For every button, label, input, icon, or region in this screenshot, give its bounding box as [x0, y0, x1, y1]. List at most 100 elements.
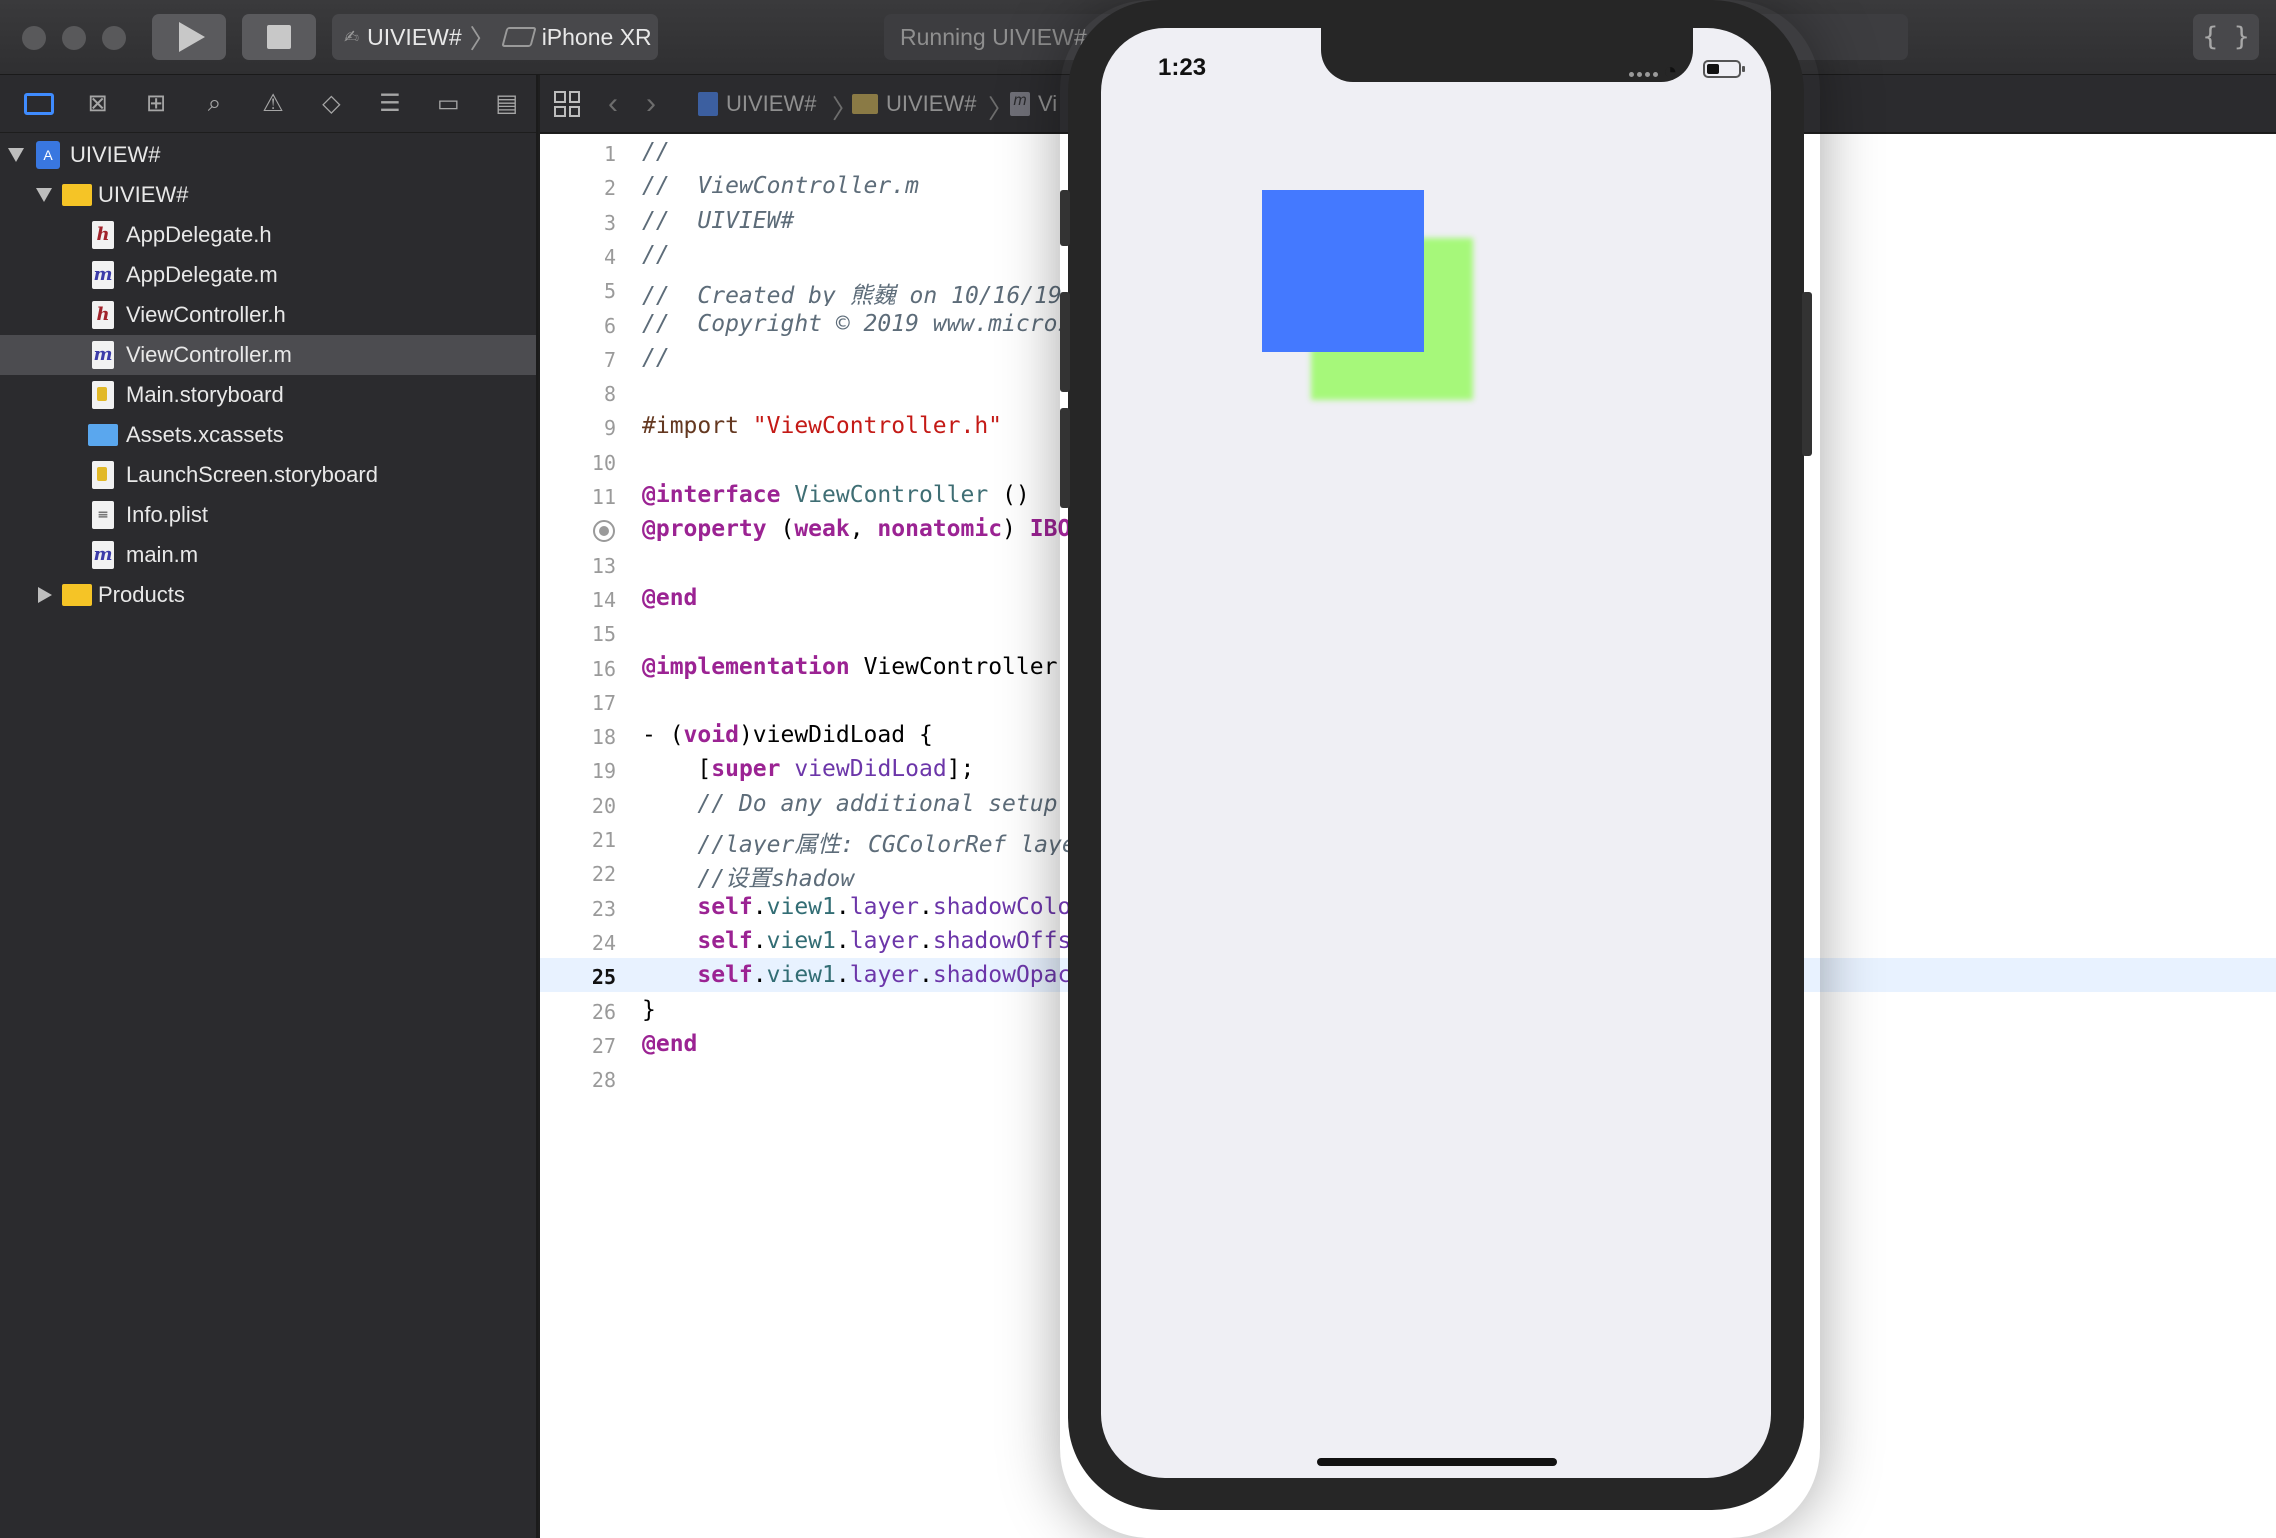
- code-token: .: [919, 893, 933, 920]
- zoom-window-button[interactable]: [102, 26, 126, 50]
- back-chevron-icon[interactable]: ‹: [608, 87, 618, 121]
- breakpoint-navigator-tab[interactable]: ▭: [419, 84, 477, 124]
- report-navigator-tab[interactable]: ▤: [478, 84, 536, 124]
- scheme-app-icon: ✍: [344, 26, 360, 47]
- code-token: }: [642, 996, 656, 1023]
- code-token: ): [1002, 516, 1030, 543]
- diamond-icon: ◇: [322, 90, 341, 117]
- scheme-separator-icon: 〉: [469, 23, 496, 54]
- tree-row-label: AppDelegate.m: [126, 262, 278, 287]
- find-navigator-tab[interactable]: ⌕: [185, 84, 243, 124]
- code-token: view1: [766, 927, 836, 954]
- tree-row-products[interactable]: Products: [0, 575, 536, 615]
- code-token: - (: [642, 722, 684, 749]
- view1: [1262, 190, 1424, 352]
- source-control-icon: ⊠: [87, 90, 108, 117]
- code-text: @end: [642, 585, 697, 611]
- project-navigator-tab[interactable]: [10, 84, 68, 124]
- tree-row-file-selected[interactable]: m ViewController.m: [0, 335, 536, 375]
- code-token: #import: [642, 413, 753, 440]
- implementation-file-icon: m: [1010, 92, 1030, 116]
- code-token: //: [642, 139, 670, 165]
- code-token: .: [835, 927, 850, 954]
- code-token: (): [988, 482, 1030, 508]
- tree-row-file[interactable]: h AppDelegate.h: [0, 215, 536, 255]
- implementation-file-icon: m: [92, 541, 114, 569]
- status-bar-time: 1:23: [1158, 54, 1207, 81]
- symbol-navigator-tab[interactable]: ⊞: [127, 84, 185, 124]
- implementation-file-icon: m: [92, 261, 114, 289]
- search-icon: ⌕: [207, 89, 222, 117]
- navigator-tabs: ⊠ ⊞ ⌕ ⚠ ◇ ☰ ▭ ▤: [0, 75, 536, 133]
- header-file-icon: h: [92, 301, 114, 329]
- tree-row-label: LaunchScreen.storyboard: [126, 462, 378, 487]
- code-text: @implementation ViewController: [642, 654, 1057, 680]
- implementation-file-icon: m: [92, 341, 114, 369]
- run-button[interactable]: [152, 14, 226, 60]
- breadcrumb-file[interactable]: m Vi: [1010, 91, 1057, 117]
- disclosure-open-icon[interactable]: [36, 188, 52, 202]
- source-control-tab[interactable]: ⊠: [68, 84, 126, 124]
- tree-row-file[interactable]: m AppDelegate.m: [0, 255, 536, 295]
- disclosure-closed-icon[interactable]: [38, 587, 52, 603]
- test-navigator-tab[interactable]: ◇: [302, 84, 360, 124]
- code-token: //设置shadow: [642, 866, 855, 890]
- tree-row-label: ViewController.h: [126, 302, 286, 327]
- tree-row-file[interactable]: m main.m: [0, 535, 536, 575]
- plist-icon: ≡: [92, 501, 114, 529]
- warning-icon: ⚠: [262, 90, 284, 117]
- folder-icon: [62, 184, 92, 206]
- close-window-button[interactable]: [22, 26, 46, 50]
- issue-navigator-tab[interactable]: ⚠: [244, 84, 302, 124]
- code-token: (: [766, 516, 795, 543]
- tree-row-label: ViewController.m: [126, 342, 292, 367]
- home-indicator[interactable]: [1317, 1458, 1557, 1466]
- scheme-selector[interactable]: ✍ UIVIEW# 〉 iPhone XR: [332, 14, 658, 60]
- tree-row-project[interactable]: A UIVIEW#: [0, 135, 536, 175]
- code-token: nonatomic: [877, 516, 1003, 543]
- code-token: self: [642, 927, 753, 954]
- tree-row-label: UIVIEW#: [70, 142, 161, 167]
- tree-row-label: Main.storyboard: [126, 382, 284, 407]
- code-token: // Created by 熊巍 on 10/16/19.: [642, 283, 1076, 307]
- related-items-icon[interactable]: [554, 91, 580, 117]
- code-text: // UIVIEW#: [642, 208, 794, 234]
- breadcrumb-project[interactable]: UIVIEW#: [698, 91, 816, 117]
- side-button: [1802, 292, 1812, 456]
- debug-navigator-tab[interactable]: ☰: [361, 84, 419, 124]
- code-token: //: [642, 344, 670, 371]
- breakpoint-tag-icon: ▭: [436, 90, 460, 117]
- braces-icon: { }: [2202, 22, 2250, 52]
- code-token: @end: [642, 584, 698, 611]
- code-token: )viewDidLoad {: [738, 722, 933, 749]
- tree-row-file[interactable]: h ViewController.h: [0, 295, 536, 335]
- breadcrumb-group[interactable]: UIVIEW#: [852, 91, 976, 117]
- minimize-window-button[interactable]: [62, 26, 86, 50]
- mute-switch: [1060, 190, 1070, 246]
- code-token: self: [642, 893, 753, 920]
- code-text: @end: [642, 1031, 697, 1057]
- library-button[interactable]: { }: [2193, 14, 2259, 60]
- breadcrumb-label: UIVIEW#: [726, 91, 817, 116]
- tree-row-file[interactable]: LaunchScreen.storyboard: [0, 455, 536, 495]
- disclosure-open-icon[interactable]: [8, 148, 24, 162]
- code-text: // Created by 熊巍 on 10/16/19.: [642, 276, 1076, 306]
- tree-row-file[interactable]: Assets.xcassets: [0, 415, 536, 455]
- code-token: .: [752, 893, 767, 920]
- code-token: viewDidLoad: [794, 756, 947, 783]
- tree-row-group[interactable]: UIVIEW#: [0, 175, 536, 215]
- tree-row-file[interactable]: Main.storyboard: [0, 375, 536, 415]
- tree-row-label: UIVIEW#: [98, 182, 189, 207]
- code-text: self.view1.layer.shadowColor: [642, 894, 1085, 920]
- code-text: self.view1.layer.shadowOpacity: [642, 962, 1113, 988]
- tree-row-file[interactable]: ≡ Info.plist: [0, 495, 536, 535]
- stop-button[interactable]: [242, 14, 316, 60]
- simulator-screen[interactable]: 1:23 ◔: [1101, 28, 1771, 1478]
- code-token: void: [683, 722, 739, 749]
- storyboard-icon: [92, 461, 114, 489]
- code-token: // UIVIEW#: [642, 207, 795, 234]
- code-text: //: [642, 242, 670, 268]
- iphone-simulator: 1:23 ◔: [1060, 0, 1812, 1510]
- forward-chevron-icon[interactable]: ›: [646, 87, 656, 121]
